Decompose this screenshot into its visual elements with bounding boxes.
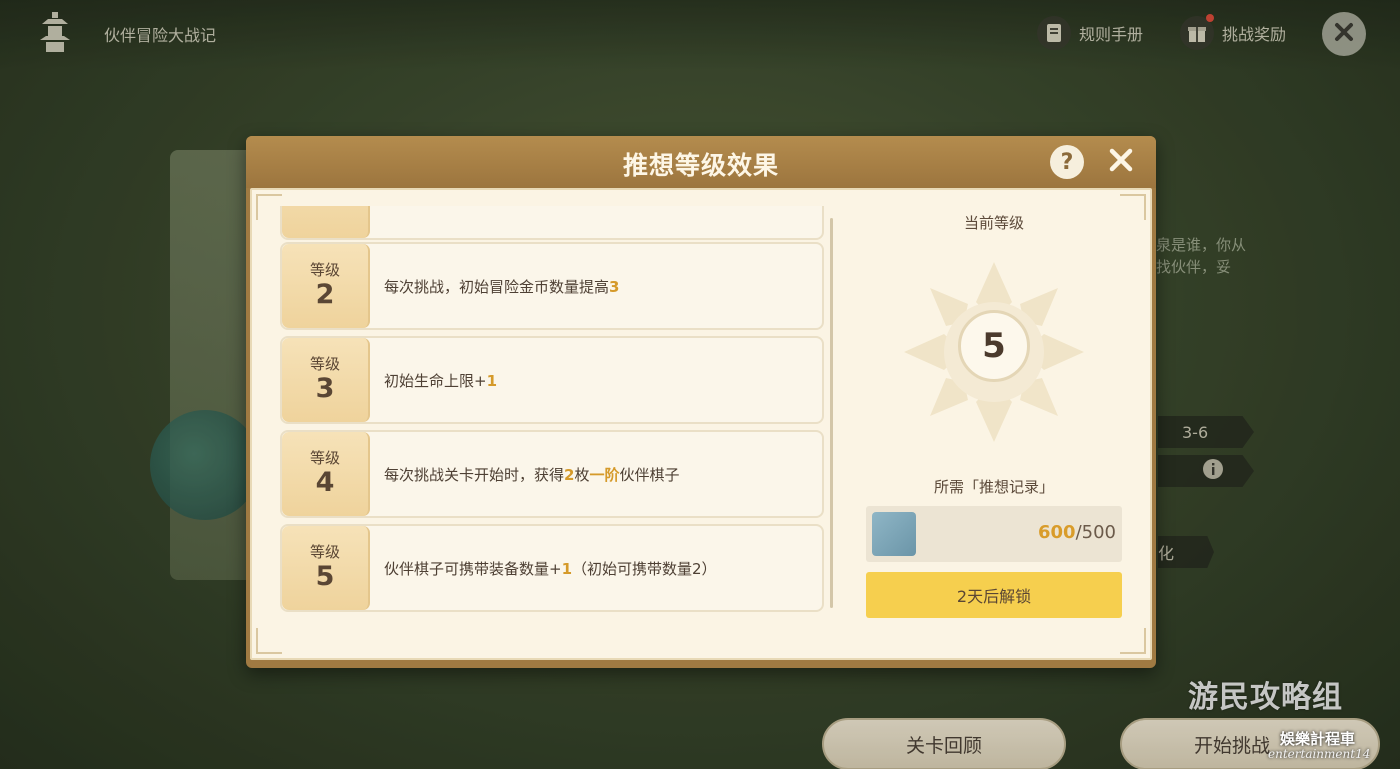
level-row: 等级 3 初始生命上限+1: [280, 336, 824, 424]
level-description: 每次挑战关卡开始时，获得2枚一阶伙伴棋子: [384, 464, 680, 485]
level-badge-number: 4: [315, 467, 335, 498]
question-icon: ?: [1060, 149, 1074, 175]
close-icon: [1108, 147, 1134, 177]
help-button[interactable]: ?: [1050, 145, 1084, 179]
watermark-site: 游民攻略组: [1188, 680, 1343, 715]
level-badge-label: 等级: [309, 261, 340, 279]
level-description: 初始生命上限+1: [384, 370, 497, 391]
dialog-title: 推想等级效果: [622, 151, 779, 180]
item-owned-count: 600: [1038, 522, 1076, 543]
unlock-button[interactable]: 2天后解锁: [866, 572, 1122, 618]
inference-level-dialog: 推想等级效果 ? 等级 2 每次挑战，初始冒险金币数量提高3 等级 3 初始生命…: [246, 136, 1156, 668]
level-badge-label: 等级: [309, 543, 340, 561]
required-item-label: 所需「推想记录」: [933, 478, 1054, 496]
desc-text: 枚: [574, 465, 590, 484]
desc-text: 伙伴棋子可携带装备数量+: [384, 559, 562, 578]
level-badge: 等级 3: [282, 338, 370, 422]
desc-highlight: 1: [561, 559, 573, 578]
level-description: 每次挑战，初始冒险金币数量提高3: [384, 276, 619, 297]
corner-ornament: [256, 194, 282, 220]
level-badge-number: 3: [315, 373, 335, 404]
desc-text: 每次挑战关卡开始时，获得: [384, 465, 565, 484]
current-level-value: 5: [958, 310, 1030, 382]
level-badge-number: 5: [315, 561, 335, 592]
required-item-count: 600/500: [1038, 522, 1116, 543]
required-item-box: 600/500: [866, 506, 1122, 562]
desc-highlight: 3: [609, 277, 620, 296]
level-badge-label: 等级: [309, 355, 340, 373]
level-row-partial: [280, 206, 824, 240]
desc-text: （初始可携带数量2）: [572, 559, 717, 578]
level-badge: 等级 5: [282, 526, 370, 610]
level-badge: [282, 206, 370, 238]
desc-text: 每次挑战，初始冒险金币数量提高: [384, 277, 610, 296]
list-scrollbar[interactable]: [830, 218, 833, 608]
level-badge-label: 等级: [309, 449, 340, 467]
close-dialog-button[interactable]: [1104, 145, 1138, 179]
watermark-cn: 娛樂計程車: [1280, 730, 1356, 748]
current-level-label: 当前等级: [963, 214, 1024, 232]
level-row: 等级 5 伙伴棋子可携带装备数量+1（初始可携带数量2）: [280, 524, 824, 612]
item-required-total: /500: [1075, 522, 1116, 543]
level-row: 等级 4 每次挑战关卡开始时，获得2枚一阶伙伴棋子: [280, 430, 824, 518]
corner-ornament: [256, 628, 282, 654]
watermark-en: entertainment14: [1268, 747, 1371, 761]
inference-record-item-icon[interactable]: [872, 512, 916, 556]
level-description: 伙伴棋子可携带装备数量+1（初始可携带数量2）: [384, 558, 717, 579]
dialog-body: 等级 2 每次挑战，初始冒险金币数量提高3 等级 3 初始生命上限+1 等级 4…: [250, 188, 1152, 660]
level-badge-number: 2: [315, 279, 335, 310]
desc-text: 伙伴棋子: [619, 465, 680, 484]
desc-text: 初始生命上限+: [384, 371, 487, 390]
desc-highlight: 一阶: [589, 465, 620, 484]
level-row: 等级 2 每次挑战，初始冒险金币数量提高3: [280, 242, 824, 330]
level-effect-list[interactable]: 等级 2 每次挑战，初始冒险金币数量提高3 等级 3 初始生命上限+1 等级 4…: [280, 206, 824, 616]
desc-highlight: 2: [564, 465, 575, 484]
desc-highlight: 1: [486, 371, 498, 390]
level-badge: 等级 2: [282, 244, 370, 328]
current-level-panel: 当前等级 5 所需「推想记录」 600/500 2天后解锁: [862, 190, 1126, 660]
level-badge: 等级 4: [282, 432, 370, 516]
